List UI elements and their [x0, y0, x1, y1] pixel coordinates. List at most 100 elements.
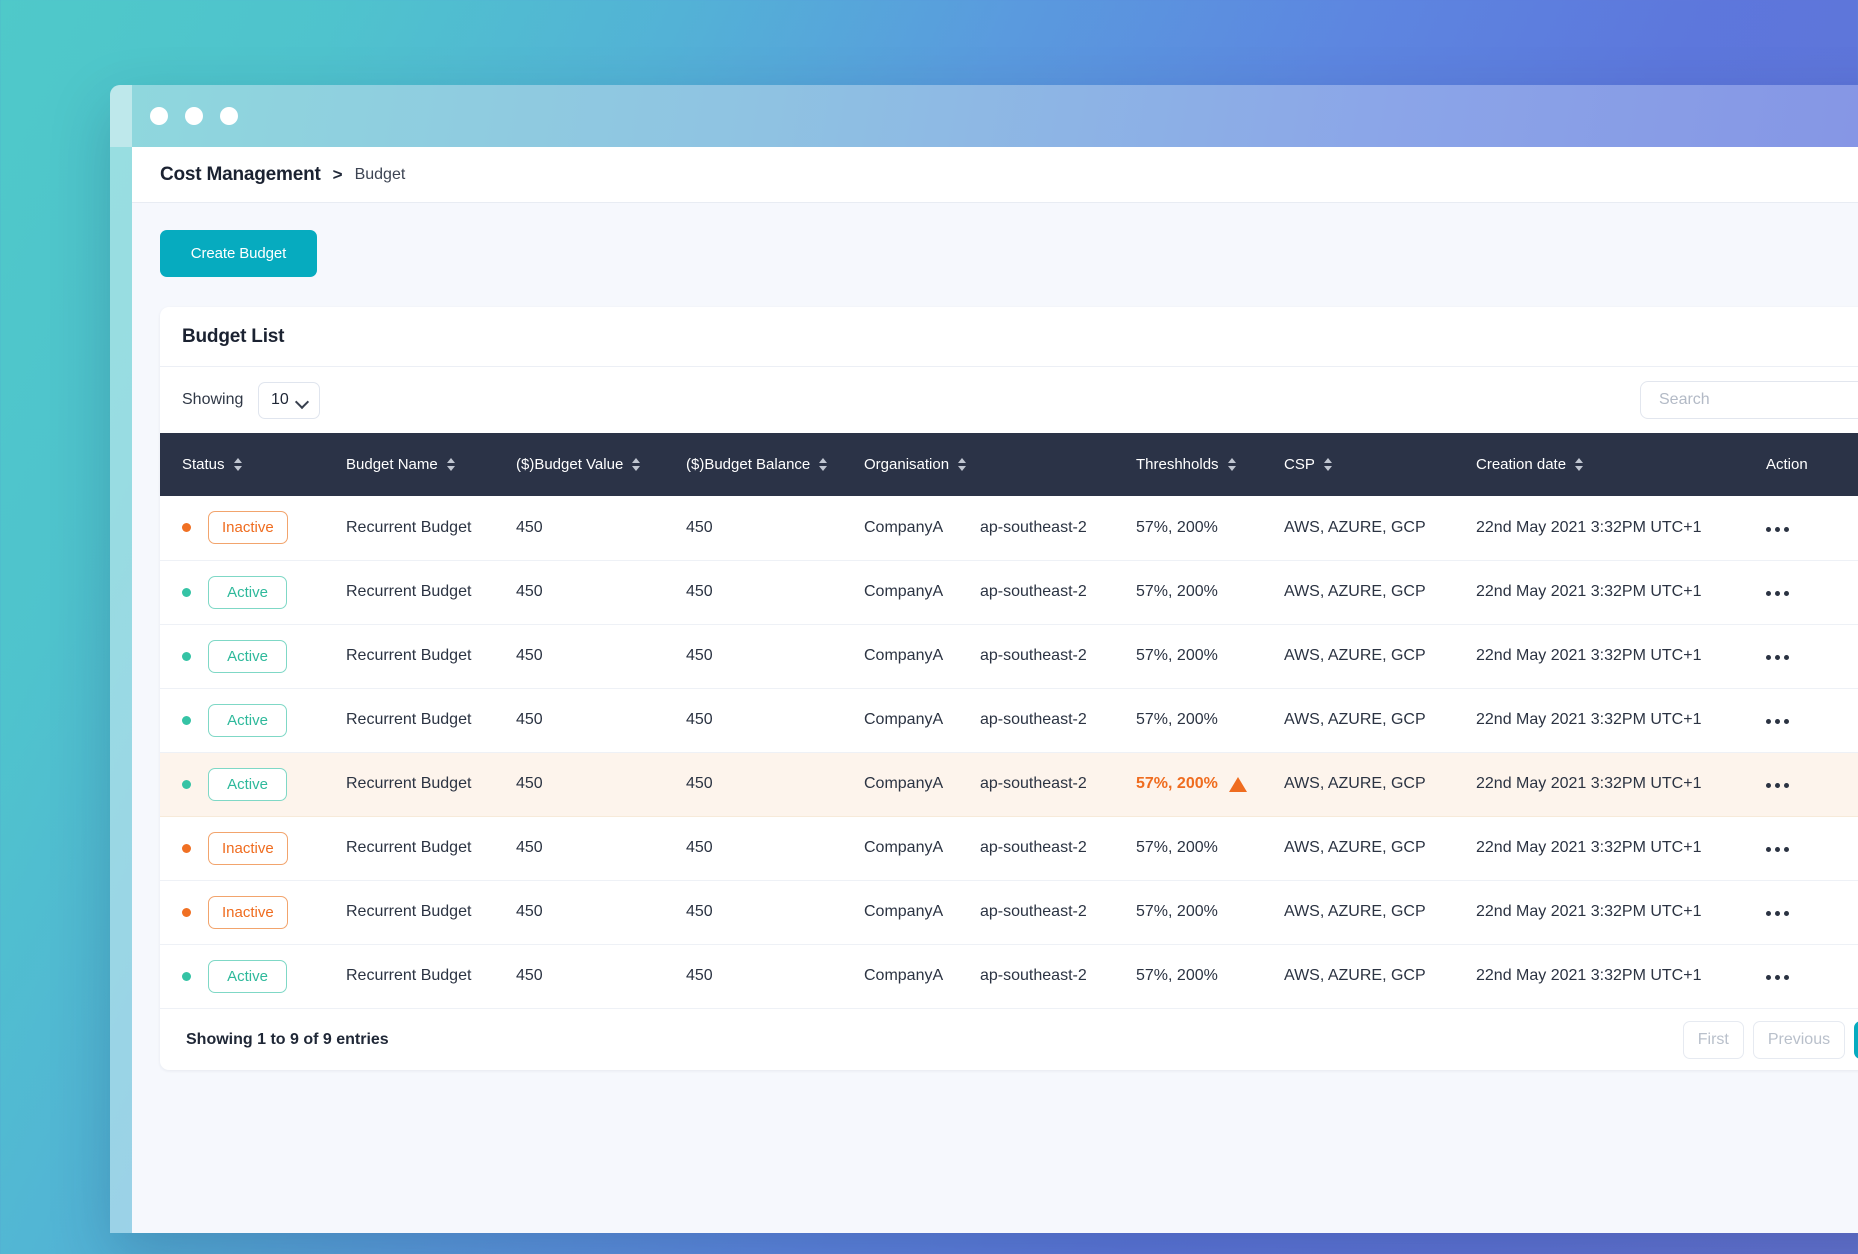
breadcrumb-bar: Cost Management > Budget Cr [132, 147, 1858, 203]
sort-icon[interactable] [1324, 458, 1333, 471]
cell-budget-balance: 450 [686, 752, 864, 816]
status-dot-icon [182, 652, 191, 661]
cell-creation-date: 22nd May 2021 3:32PM UTC+1 [1476, 560, 1766, 624]
table-row[interactable]: ActiveRecurrent Budget450450CompanyAap-s… [160, 944, 1858, 1008]
showing-label: Showing [182, 391, 243, 409]
row-actions-menu-icon[interactable] [1766, 655, 1789, 660]
status-dot-icon [182, 908, 191, 917]
cell-action [1766, 560, 1858, 624]
col-action: Action [1766, 433, 1858, 496]
sort-icon[interactable] [1228, 458, 1237, 471]
col-budget-name-label: Budget Name [346, 456, 438, 473]
cell-creation-date: 22nd May 2021 3:32PM UTC+1 [1476, 752, 1766, 816]
cell-region: ap-southeast-2 [980, 496, 1136, 560]
maximize-dot[interactable] [220, 107, 238, 125]
breadcrumb-root[interactable]: Cost Management [160, 164, 321, 186]
cell-budget-balance: 450 [686, 688, 864, 752]
status-dot-icon [182, 780, 191, 789]
table-footer: Showing 1 to 9 of 9 entries FirstPreviou… [160, 1008, 1858, 1070]
cell-budget-value: 450 [516, 816, 686, 880]
cell-status: Active [160, 688, 346, 752]
search-input[interactable] [1659, 391, 1858, 409]
row-actions-menu-icon[interactable] [1766, 911, 1789, 916]
cell-budget-name: Recurrent Budget [346, 944, 516, 1008]
col-budget-value[interactable]: ($)Budget Value [516, 433, 686, 496]
sort-icon[interactable] [447, 458, 456, 471]
table-row[interactable]: ActiveRecurrent Budget450450CompanyAap-s… [160, 688, 1858, 752]
cell-budget-name: Recurrent Budget [346, 880, 516, 944]
row-actions-menu-icon[interactable] [1766, 975, 1789, 980]
table-row[interactable]: ActiveRecurrent Budget450450CompanyAap-s… [160, 752, 1858, 816]
table-body: InactiveRecurrent Budget450450CompanyAap… [160, 496, 1858, 1008]
breadcrumb-current: Budget [355, 166, 406, 184]
sort-icon[interactable] [958, 458, 967, 471]
close-dot[interactable] [150, 107, 168, 125]
cell-budget-name: Recurrent Budget [346, 816, 516, 880]
col-thresholds[interactable]: Threshholds [1136, 433, 1284, 496]
cell-budget-name: Recurrent Budget [346, 688, 516, 752]
create-budget-button[interactable]: Create Budget [160, 230, 317, 277]
row-actions-menu-icon[interactable] [1766, 719, 1789, 724]
cell-region: ap-southeast-2 [980, 752, 1136, 816]
cell-region: ap-southeast-2 [980, 688, 1136, 752]
warning-triangle-icon [1229, 777, 1247, 792]
status-badge: Active [208, 576, 287, 609]
minimize-dot[interactable] [185, 107, 203, 125]
cell-budget-name: Recurrent Budget [346, 624, 516, 688]
col-budget-balance[interactable]: ($)Budget Balance [686, 433, 864, 496]
row-actions-menu-icon[interactable] [1766, 527, 1789, 532]
card-header: Budget List Customise Co [160, 307, 1858, 367]
cell-csp: AWS, AZURE, GCP [1284, 816, 1476, 880]
window-titlebar [110, 85, 1858, 147]
cell-budget-value: 450 [516, 880, 686, 944]
col-action-label: Action [1766, 456, 1808, 473]
cell-budget-balance: 450 [686, 624, 864, 688]
entries-count: Showing 1 to 9 of 9 entries [186, 1031, 389, 1049]
row-actions-menu-icon[interactable] [1766, 783, 1789, 788]
page-title: Budget List [182, 326, 284, 348]
pagination-1-button[interactable]: 1 [1854, 1021, 1858, 1059]
sort-icon[interactable] [632, 458, 641, 471]
table-header: Status Budget Name ($)Budget Value ($)Bu… [160, 433, 1858, 496]
row-actions-menu-icon[interactable] [1766, 591, 1789, 596]
page-size-select[interactable]: 10 [258, 382, 320, 419]
cell-action [1766, 752, 1858, 816]
cell-status: Inactive [160, 880, 346, 944]
status-badge: Inactive [208, 511, 288, 544]
cell-action [1766, 816, 1858, 880]
table-row[interactable]: InactiveRecurrent Budget450450CompanyAap… [160, 816, 1858, 880]
col-csp[interactable]: CSP [1284, 433, 1476, 496]
col-status[interactable]: Status [160, 433, 346, 496]
sort-icon[interactable] [1575, 458, 1584, 471]
table-row[interactable]: InactiveRecurrent Budget450450CompanyAap… [160, 880, 1858, 944]
cell-action [1766, 880, 1858, 944]
cell-creation-date: 22nd May 2021 3:32PM UTC+1 [1476, 816, 1766, 880]
sort-icon[interactable] [819, 458, 828, 471]
cell-organisation: CompanyA [864, 816, 980, 880]
row-actions-menu-icon[interactable] [1766, 847, 1789, 852]
table-row[interactable]: InactiveRecurrent Budget450450CompanyAap… [160, 496, 1858, 560]
search-box[interactable] [1640, 381, 1858, 419]
cell-status: Active [160, 944, 346, 1008]
col-organisation[interactable]: Organisation [864, 433, 980, 496]
cell-organisation: CompanyA [864, 560, 980, 624]
col-creation-date[interactable]: Creation date [1476, 433, 1766, 496]
col-creation-date-label: Creation date [1476, 456, 1566, 473]
cell-creation-date: 22nd May 2021 3:32PM UTC+1 [1476, 944, 1766, 1008]
col-status-label: Status [182, 456, 225, 473]
table-row[interactable]: ActiveRecurrent Budget450450CompanyAap-s… [160, 624, 1858, 688]
table-row[interactable]: ActiveRecurrent Budget450450CompanyAap-s… [160, 560, 1858, 624]
cell-budget-value: 450 [516, 688, 686, 752]
cell-creation-date: 22nd May 2021 3:32PM UTC+1 [1476, 880, 1766, 944]
cell-status: Inactive [160, 496, 346, 560]
status-dot-icon [182, 523, 191, 532]
col-budget-name[interactable]: Budget Name [346, 433, 516, 496]
sort-icon[interactable] [234, 458, 243, 471]
status-badge: Inactive [208, 832, 288, 865]
cell-thresholds: 57%, 200% [1136, 752, 1284, 816]
cell-thresholds: 57%, 200% [1136, 560, 1284, 624]
window-left-rail [110, 85, 132, 1233]
cell-organisation: CompanyA [864, 944, 980, 1008]
cell-budget-balance: 450 [686, 816, 864, 880]
budget-list-card: Budget List Customise Co Showing 10 [160, 307, 1858, 1070]
